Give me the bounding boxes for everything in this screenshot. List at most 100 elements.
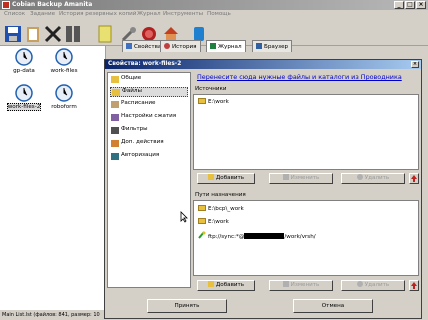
actions-icon bbox=[111, 140, 119, 147]
nav-label: Доп. действия bbox=[121, 139, 164, 145]
toggle-icon[interactable] bbox=[64, 25, 82, 43]
document-icon[interactable] bbox=[96, 25, 114, 43]
destinations-delete-button[interactable]: Удалить bbox=[341, 280, 405, 291]
nav-label: Файлы bbox=[122, 88, 142, 94]
sources-edit-button[interactable]: Изменить bbox=[269, 173, 333, 184]
list-item-label: E:\work bbox=[208, 99, 229, 105]
nav-label: Расписание bbox=[121, 100, 156, 106]
destinations-list[interactable]: E:\bcp\_work E:\work ftp://sync:*@ /work/… bbox=[193, 200, 419, 276]
button-label: Изменить bbox=[290, 282, 320, 288]
add-icon bbox=[207, 281, 214, 287]
job-item-gp-data[interactable]: gp-data bbox=[4, 48, 44, 74]
nav-label: Фильтры bbox=[121, 126, 148, 132]
list-item[interactable]: ftp://sync:*@ /work/vrsh/ bbox=[198, 231, 316, 240]
job-item-work-files-2[interactable]: work-files-2 bbox=[4, 84, 44, 111]
button-label: Добавить bbox=[215, 175, 245, 181]
drop-hint-link[interactable]: Перенесите сюда нужные файлы и каталоги … bbox=[197, 73, 402, 81]
mouse-cursor-icon bbox=[180, 211, 188, 223]
menu-history[interactable]: История резервных копий bbox=[59, 11, 136, 17]
ftp-path-prefix: ftp://sync:*@ bbox=[208, 234, 245, 240]
list-item-label: E:\work bbox=[208, 219, 229, 225]
sources-delete-button[interactable]: Удалить bbox=[341, 173, 405, 184]
job-item-work-files[interactable]: work-files bbox=[44, 48, 84, 74]
job-label: work-files-2 bbox=[6, 103, 42, 111]
redacted-block bbox=[244, 233, 285, 239]
tab-label: История bbox=[172, 44, 197, 50]
cancel-button[interactable]: Отмена bbox=[293, 299, 373, 313]
ok-button[interactable]: Принять bbox=[147, 299, 227, 313]
tab-browser[interactable]: Браузер bbox=[252, 40, 293, 52]
dialog-close-button[interactable]: × bbox=[411, 61, 419, 68]
arrow-up-icon bbox=[411, 282, 417, 289]
menu-log[interactable]: Журнал bbox=[137, 11, 161, 17]
nav-item-general[interactable]: Общие bbox=[110, 75, 141, 85]
clock-icon bbox=[55, 48, 73, 66]
nav-label: Настройки сжатия bbox=[121, 113, 177, 119]
destinations-label: Пути назначения bbox=[195, 192, 246, 198]
menu-bar: Список Задание История резервных копий Ж… bbox=[0, 10, 428, 20]
clock-icon bbox=[55, 84, 73, 102]
destinations-move-up-button[interactable] bbox=[409, 280, 419, 291]
menu-help[interactable]: Помощь bbox=[207, 11, 231, 17]
tab-history[interactable]: История bbox=[160, 40, 201, 52]
sources-add-button[interactable]: Добавить bbox=[197, 173, 255, 184]
folder-icon bbox=[112, 89, 120, 96]
clock-icon bbox=[15, 48, 33, 66]
save-icon[interactable] bbox=[4, 25, 22, 43]
tab-log[interactable]: Журнал bbox=[206, 40, 246, 52]
tab-label: Свойства bbox=[134, 44, 162, 50]
destinations-group: Пути назначения E:\bcp\_work E:\work ftp… bbox=[193, 190, 421, 294]
job-label: gp-data bbox=[13, 68, 35, 74]
menu-tools[interactable]: Инструменты bbox=[163, 11, 203, 17]
filter-icon bbox=[111, 127, 119, 134]
ftp-path-suffix: /work/vrsh/ bbox=[284, 234, 316, 240]
list-item[interactable]: E:\bcp\_work bbox=[198, 205, 244, 212]
clock-icon bbox=[15, 84, 33, 102]
folder-icon bbox=[198, 218, 206, 224]
properties-icon bbox=[126, 43, 132, 49]
sources-group: Источники E:\work Добавить Изменить Удал… bbox=[193, 84, 421, 184]
user-icon bbox=[111, 153, 119, 160]
nav-label: Авторизация bbox=[121, 152, 160, 158]
destinations-add-button[interactable]: Добавить bbox=[197, 280, 255, 291]
delete-icon bbox=[356, 174, 363, 180]
job-label: work-files bbox=[50, 68, 78, 74]
menu-list[interactable]: Список bbox=[4, 11, 25, 17]
nav-item-actions[interactable]: Доп. действия bbox=[110, 139, 164, 149]
edit-icon bbox=[282, 174, 289, 180]
dialog-sidenav: Общие Файлы Расписание Настройки сжатия … bbox=[107, 72, 191, 288]
nav-item-filters[interactable]: Фильтры bbox=[110, 126, 148, 136]
job-item-roboform[interactable]: roboform bbox=[44, 84, 84, 110]
destinations-edit-button[interactable]: Изменить bbox=[269, 280, 333, 291]
button-label: Удалить bbox=[364, 175, 390, 181]
maximize-button[interactable]: □ bbox=[405, 1, 415, 9]
nav-item-schedule[interactable]: Расписание bbox=[110, 100, 155, 110]
list-item[interactable]: E:\work bbox=[198, 98, 229, 105]
button-label: Удалить bbox=[364, 282, 390, 288]
compression-icon bbox=[111, 114, 119, 121]
arrow-up-icon bbox=[411, 175, 417, 182]
nav-item-authorization[interactable]: Авторизация bbox=[110, 152, 159, 162]
tab-properties[interactable]: Свойства bbox=[122, 40, 166, 52]
calendar-icon bbox=[111, 101, 119, 108]
tab-label: Браузер bbox=[264, 44, 289, 50]
menu-task[interactable]: Задание bbox=[30, 11, 55, 17]
button-label: Добавить bbox=[215, 282, 245, 288]
sources-list[interactable]: E:\work bbox=[193, 94, 419, 170]
sources-move-up-button[interactable] bbox=[409, 173, 419, 184]
minimize-button[interactable]: _ bbox=[394, 1, 404, 9]
close-button[interactable]: × bbox=[416, 1, 426, 9]
status-bar: Main List.lst (файлов: 841, размер: 10 bbox=[0, 310, 106, 320]
dialog-title-text: Свойства: work-files-2 bbox=[108, 61, 182, 67]
folder-icon bbox=[111, 76, 119, 83]
delete-icon[interactable] bbox=[44, 25, 62, 43]
app-icon bbox=[2, 1, 10, 9]
nav-item-compression[interactable]: Настройки сжатия bbox=[110, 113, 176, 123]
properties-dialog: Свойства: work-files-2 × Общие Файлы Рас… bbox=[104, 59, 422, 319]
list-item[interactable]: E:\work bbox=[198, 218, 229, 225]
job-list: gp-data work-files work-files-2 roboform bbox=[0, 46, 106, 310]
browser-icon bbox=[256, 43, 262, 49]
dialog-title: Свойства: work-files-2 × bbox=[105, 60, 421, 69]
clipboard-icon[interactable] bbox=[24, 25, 42, 43]
nav-item-files[interactable]: Файлы bbox=[110, 87, 188, 97]
